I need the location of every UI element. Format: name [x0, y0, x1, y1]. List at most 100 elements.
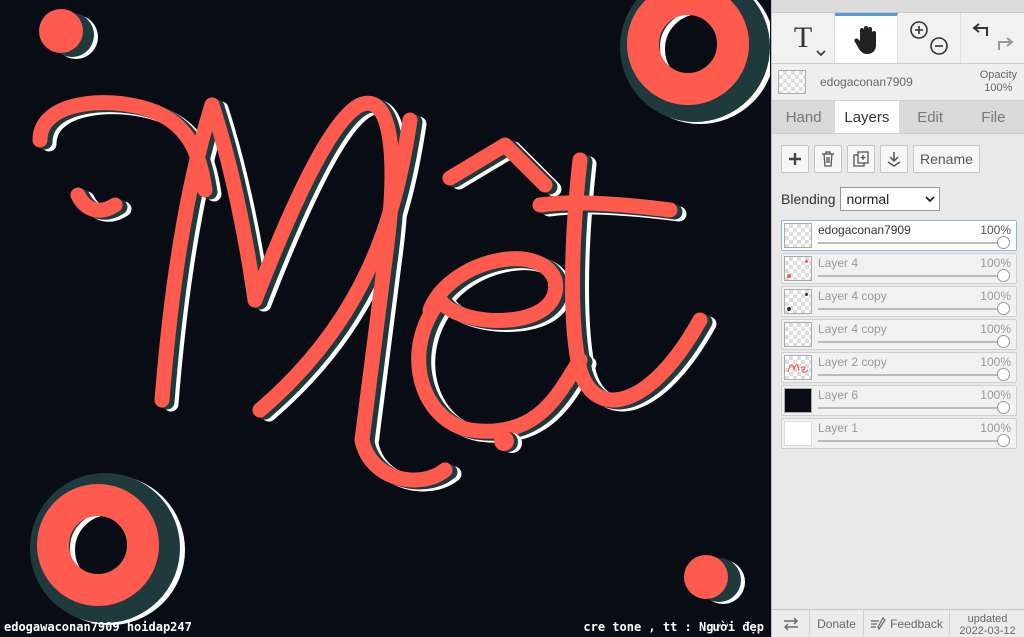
current-layer-thumbnail — [778, 70, 806, 94]
layer-row[interactable]: Layer 4 copy 100% — [781, 286, 1017, 317]
blending-value: normal — [846, 191, 890, 207]
rename-button[interactable]: Rename — [913, 145, 980, 173]
layer-name: edogaconan7909 — [818, 223, 911, 237]
updated-date: 2022-03-12 — [959, 624, 1016, 637]
opacity-label: Opacity — [979, 69, 1017, 81]
tab-hand[interactable]: Hand — [772, 101, 835, 133]
layer-opacity: 100% — [980, 289, 1011, 303]
updated-info: updated 2022-03-12 — [950, 610, 1024, 637]
current-layer-opacity: Opacity 100% — [980, 69, 1017, 95]
opacity-slider-track[interactable] — [818, 341, 1002, 343]
duplicate-layer-icon — [853, 151, 869, 167]
layer-row[interactable]: Layer 1 100% — [781, 418, 1017, 449]
panel-footer: Donate Feedback updated 2022-03-12 — [772, 609, 1024, 637]
layer-thumbnail — [784, 355, 812, 380]
hand-tool-icon — [854, 25, 876, 54]
feedback-link[interactable]: Feedback — [864, 610, 950, 637]
ring-bottom-left — [30, 473, 185, 625]
opacity-slider-handle[interactable] — [997, 401, 1010, 414]
opacity-slider-handle[interactable] — [997, 368, 1010, 381]
layer-row[interactable]: edogaconan7909 100% — [781, 220, 1017, 251]
current-layer-info: edogaconan7909 Opacity 100% — [772, 64, 1024, 101]
layer-opacity: 100% — [980, 355, 1011, 369]
layer-opacity: 100% — [980, 421, 1011, 435]
opacity-slider-handle[interactable] — [997, 434, 1010, 447]
donate-link[interactable]: Donate — [810, 610, 864, 637]
artwork — [30, 0, 770, 625]
layer-thumbnail — [784, 388, 812, 413]
caption-left: edogawaconan7909 hoidap247 — [4, 620, 192, 634]
text-tool-icon: T — [793, 21, 813, 54]
zoom-icon — [910, 21, 948, 55]
opacity-slider-handle[interactable] — [997, 302, 1010, 315]
add-layer-button[interactable] — [781, 145, 809, 173]
layer-row[interactable]: Layer 4 copy 100% — [781, 319, 1017, 350]
layer-opacity: 100% — [980, 256, 1011, 270]
layer-row[interactable]: Layer 2 copy 100% — [781, 352, 1017, 383]
hand-tool-button[interactable] — [835, 13, 898, 63]
undo-redo-icon — [971, 23, 1014, 50]
opacity-value: 100% — [984, 82, 1013, 94]
delete-layer-icon — [822, 151, 834, 167]
opacity-slider-handle[interactable] — [997, 335, 1010, 348]
layer-opacity: 100% — [980, 223, 1011, 237]
tab-file[interactable]: File — [962, 101, 1024, 133]
updated-label: updated — [967, 612, 1008, 625]
layer-thumbnail — [784, 421, 812, 446]
opacity-slider-track[interactable] — [818, 242, 1002, 244]
text-tool-button[interactable]: T — [772, 13, 835, 63]
blending-row: Blending normal — [772, 174, 1024, 212]
swap-icon — [783, 617, 798, 630]
layer-thumbnail — [784, 289, 812, 314]
layer-thumbnail — [784, 322, 812, 347]
feedback-label: Feedback — [890, 616, 943, 631]
opacity-slider-track[interactable] — [818, 275, 1002, 277]
merge-down-icon — [887, 152, 901, 167]
drawing-canvas[interactable]: edogawaconan7909 hoidap247 cre tone , tt… — [0, 0, 770, 637]
layer-row[interactable]: Layer 4 100% — [781, 253, 1017, 284]
layer-opacity: 100% — [980, 322, 1011, 336]
layer-name: Layer 1 — [818, 421, 859, 435]
add-layer-icon — [789, 153, 801, 165]
dot-below — [494, 431, 514, 451]
caption-right: cre tone , tt : Người đẹp — [583, 620, 764, 634]
zoom-buttons[interactable] — [898, 13, 961, 63]
undo-redo-buttons[interactable] — [961, 13, 1024, 63]
layer-name: Layer 4 copy — [818, 322, 887, 336]
side-panel: T edogaconan7909 Opacity 100% Hand Layer… — [771, 0, 1024, 637]
layer-actions: Rename — [772, 134, 1024, 174]
opacity-slider-track[interactable] — [818, 407, 1002, 409]
panel-top-strip — [772, 0, 1024, 13]
blending-label: Blending — [781, 191, 836, 207]
layer-opacity: 100% — [980, 388, 1011, 402]
opacity-slider-handle[interactable] — [997, 236, 1010, 249]
ring-top-right — [620, 0, 770, 124]
panel-tabs: Hand Layers Edit File — [772, 101, 1024, 134]
tab-edit[interactable]: Edit — [899, 101, 962, 133]
circle-top-left — [39, 9, 98, 59]
opacity-slider-handle[interactable] — [997, 269, 1010, 282]
current-layer-name: edogaconan7909 — [820, 75, 913, 89]
layer-thumbnail — [784, 223, 812, 248]
duplicate-layer-button[interactable] — [847, 145, 875, 173]
chevron-down-icon — [924, 195, 935, 202]
toolbar: T — [772, 13, 1024, 64]
opacity-slider-track[interactable] — [818, 440, 1002, 442]
blending-select[interactable]: normal — [839, 187, 940, 211]
layer-name: Layer 4 — [818, 256, 859, 270]
swap-panel-button[interactable] — [772, 610, 810, 637]
layer-thumbnail — [784, 256, 812, 281]
feedback-icon — [871, 616, 886, 630]
opacity-slider-track[interactable] — [818, 308, 1002, 310]
layer-list: edogaconan7909 100% Layer 4 100% Layer 4… — [772, 212, 1024, 449]
chevron-down-icon — [816, 50, 826, 57]
layer-name: Layer 2 copy — [818, 355, 887, 369]
merge-down-button[interactable] — [880, 145, 908, 173]
tab-layers[interactable]: Layers — [835, 101, 899, 133]
layer-row[interactable]: Layer 6 100% — [781, 385, 1017, 416]
layer-name: Layer 6 — [818, 388, 859, 402]
circle-bottom-right — [684, 555, 745, 604]
layer-name: Layer 4 copy — [818, 289, 887, 303]
opacity-slider-track[interactable] — [818, 374, 1002, 376]
delete-layer-button[interactable] — [814, 145, 842, 173]
